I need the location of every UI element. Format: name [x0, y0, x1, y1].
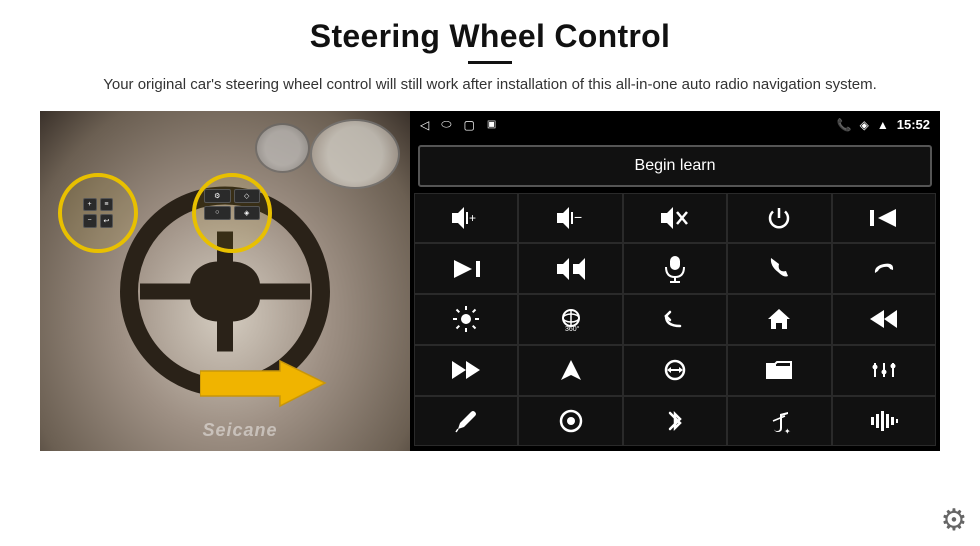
prev-track-button[interactable] — [832, 193, 936, 244]
power-button[interactable] — [727, 193, 831, 244]
folder-button[interactable] — [727, 345, 831, 396]
arrow-indicator — [200, 356, 330, 416]
mic-button[interactable] — [623, 243, 727, 294]
svg-text:−: − — [574, 209, 582, 225]
begin-learn-row: Begin learn — [410, 139, 940, 193]
undo-button[interactable] — [623, 294, 727, 345]
fast-forward-button[interactable] — [414, 345, 518, 396]
title-divider — [468, 61, 512, 64]
signal-icon: ▲ — [877, 118, 889, 132]
main-page: Steering Wheel Control Your original car… — [0, 0, 980, 546]
wheel-hub — [190, 261, 260, 321]
swap-button[interactable] — [623, 345, 727, 396]
brightness-button[interactable] — [414, 294, 518, 345]
statusbar-right: 📞 ◈ ▲ 15:52 — [837, 117, 930, 132]
phone-answer-button[interactable] — [727, 243, 831, 294]
clock: 15:52 — [897, 117, 930, 132]
circle-dot-button[interactable] — [518, 396, 622, 447]
btn-label: ◈ — [234, 206, 261, 220]
svg-text:+: + — [469, 211, 476, 225]
mute-button[interactable] — [623, 193, 727, 244]
gear-icon: ⚙ — [941, 503, 968, 538]
wifi-icon: ◈ — [860, 118, 869, 132]
home-nav-button[interactable] — [727, 294, 831, 345]
btn-label: − — [83, 214, 97, 228]
icon-grid: + − — [410, 193, 940, 451]
gear-button[interactable]: ⚙ — [936, 502, 972, 538]
highlight-circle-left: + ≡ − ↩ — [58, 173, 138, 253]
seicane-watermark: Seicane — [202, 420, 277, 441]
btn-label: ○ — [204, 206, 231, 220]
android-panel: ◁ ⬭ ▢ ▣ 📞 ◈ ▲ 15:52 Begin learn — [410, 111, 940, 451]
bluetooth-button[interactable] — [623, 396, 727, 447]
music-button[interactable]: ✦ — [727, 396, 831, 447]
statusbar: ◁ ⬭ ▢ ▣ 📞 ◈ ▲ 15:52 — [410, 111, 940, 139]
content-row: + ≡ − ↩ ⚙ ◇ ○ ◈ — [40, 111, 940, 451]
soundwave-button[interactable] — [832, 396, 936, 447]
equalizer-settings-button[interactable] — [832, 345, 936, 396]
svg-text:✦: ✦ — [784, 427, 791, 434]
btn-label: ↩ — [100, 214, 114, 228]
btn-label: ≡ — [100, 198, 114, 211]
navigate-button[interactable] — [518, 345, 622, 396]
vol-up-button[interactable]: + — [414, 193, 518, 244]
steering-wheel-image: + ≡ − ↩ ⚙ ◇ ○ ◈ — [40, 111, 410, 451]
sim-icon: ▣ — [487, 119, 496, 130]
home-icon: ⬭ — [441, 117, 451, 132]
shuffle-button[interactable] — [518, 243, 622, 294]
vol-down-button[interactable]: − — [518, 193, 622, 244]
svg-text:360°: 360° — [565, 325, 580, 333]
back-icon: ◁ — [420, 118, 429, 132]
gauge-speedometer — [310, 119, 400, 189]
pen-button[interactable] — [414, 396, 518, 447]
highlight-circle-right: ⚙ ◇ ○ ◈ — [192, 173, 272, 253]
page-title: Steering Wheel Control — [310, 18, 670, 55]
gauge-tach — [255, 123, 310, 173]
btn-label: ⚙ — [204, 189, 231, 203]
btn-label: ◇ — [234, 189, 261, 203]
btn-label: + — [83, 198, 97, 211]
page-subtitle: Your original car's steering wheel contr… — [103, 74, 877, 97]
phone-status-icon: 📞 — [837, 118, 852, 132]
phone-hangup-button[interactable] — [832, 243, 936, 294]
rewind-button[interactable] — [832, 294, 936, 345]
recents-icon: ▢ — [463, 118, 474, 132]
begin-learn-button[interactable]: Begin learn — [418, 145, 932, 187]
360-view-button[interactable]: 360° — [518, 294, 622, 345]
next-track-button[interactable] — [414, 243, 518, 294]
statusbar-left: ◁ ⬭ ▢ ▣ — [420, 117, 496, 132]
